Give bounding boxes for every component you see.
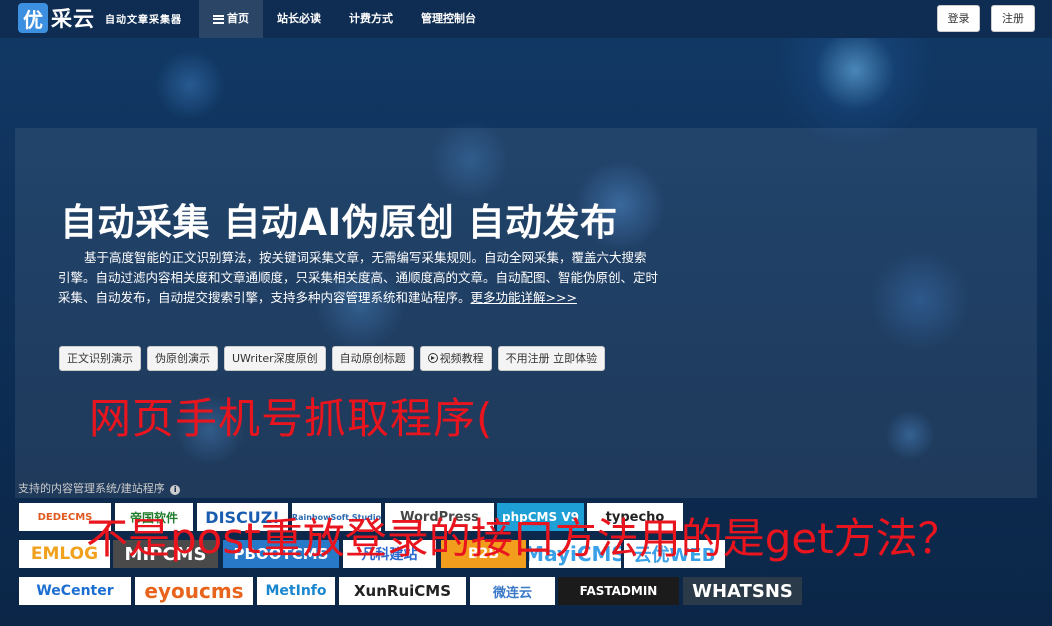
login-button[interactable]: 登录 (937, 5, 980, 32)
pseudo-original-demo-button[interactable]: 伪原创演示 (147, 346, 218, 371)
nav-link-pricing[interactable]: 计费方式 (335, 0, 407, 38)
top-navbar: 优 采云 自动文章采集器 首页 站长必读 计费方式 管理控制台 登录 注册 (0, 0, 1052, 38)
hero-button-row: 正文识别演示 伪原创演示 UWriter深度原创 自动原创标题 视频教程 不用注… (59, 346, 606, 371)
overlay-text-2: 不是post重放登录的接口方法用的是get方法？ (86, 514, 960, 563)
nav-link-label: 首页 (227, 12, 249, 25)
hero-description: 基于高度智能的正文识别算法，按关键词采集文章，无需编写采集规则。自动全网采集，覆… (58, 248, 658, 308)
register-button[interactable]: 注册 (991, 5, 1035, 32)
nav-link-console[interactable]: 管理控制台 (407, 0, 490, 38)
nav-link-webmaster[interactable]: 站长必读 (263, 0, 335, 38)
supported-cms-label: 支持的内容管理系统/建站程序 i (18, 480, 181, 496)
cms-logo-wecenter[interactable]: WeCenter (19, 577, 131, 605)
info-icon[interactable]: i (170, 485, 181, 495)
video-tutorial-button[interactable]: 视频教程 (419, 346, 492, 371)
nav-link-home[interactable]: 首页 (199, 0, 263, 38)
try-now-button[interactable]: 不用注册 立即体验 (497, 346, 606, 371)
auto-title-button[interactable]: 自动原创标题 (331, 346, 414, 371)
logo-mark: 优 (18, 3, 48, 33)
cms-logo-fastadmin[interactable]: FASTADMIN (558, 577, 679, 605)
uwriter-button[interactable]: UWriter深度原创 (224, 346, 326, 371)
cms-logo-whatsns[interactable]: WHATSNS (683, 577, 802, 605)
video-tutorial-label: 视频教程 (439, 352, 484, 365)
cms-logo-metinfo[interactable]: MetInfo (257, 577, 335, 605)
text-recognition-demo-button[interactable]: 正文识别演示 (59, 346, 141, 371)
supported-cms-text: 支持的内容管理系统/建站程序 (18, 482, 165, 495)
cms-logo-[interactable]: 微连云 (470, 577, 555, 605)
nav-links: 首页 站长必读 计费方式 管理控制台 (199, 0, 490, 38)
cms-logo-eyoucms[interactable]: eyoucms (135, 577, 253, 605)
play-circle-icon (427, 353, 438, 363)
logo-name: 采云 (51, 6, 95, 31)
overlay-text-1: 网页手机号抓取程序( (89, 394, 494, 443)
cms-logo-xunruicms[interactable]: XunRuiCMS (339, 577, 466, 605)
site-logo[interactable]: 优 采云 自动文章采集器 (18, 2, 182, 34)
list-icon (213, 14, 224, 24)
more-features-link[interactable]: 更多功能详解>>> (471, 290, 577, 305)
hero-title: 自动采集 自动AI伪原创 自动发布 (60, 201, 618, 244)
logo-slogan: 自动文章采集器 (105, 14, 182, 26)
